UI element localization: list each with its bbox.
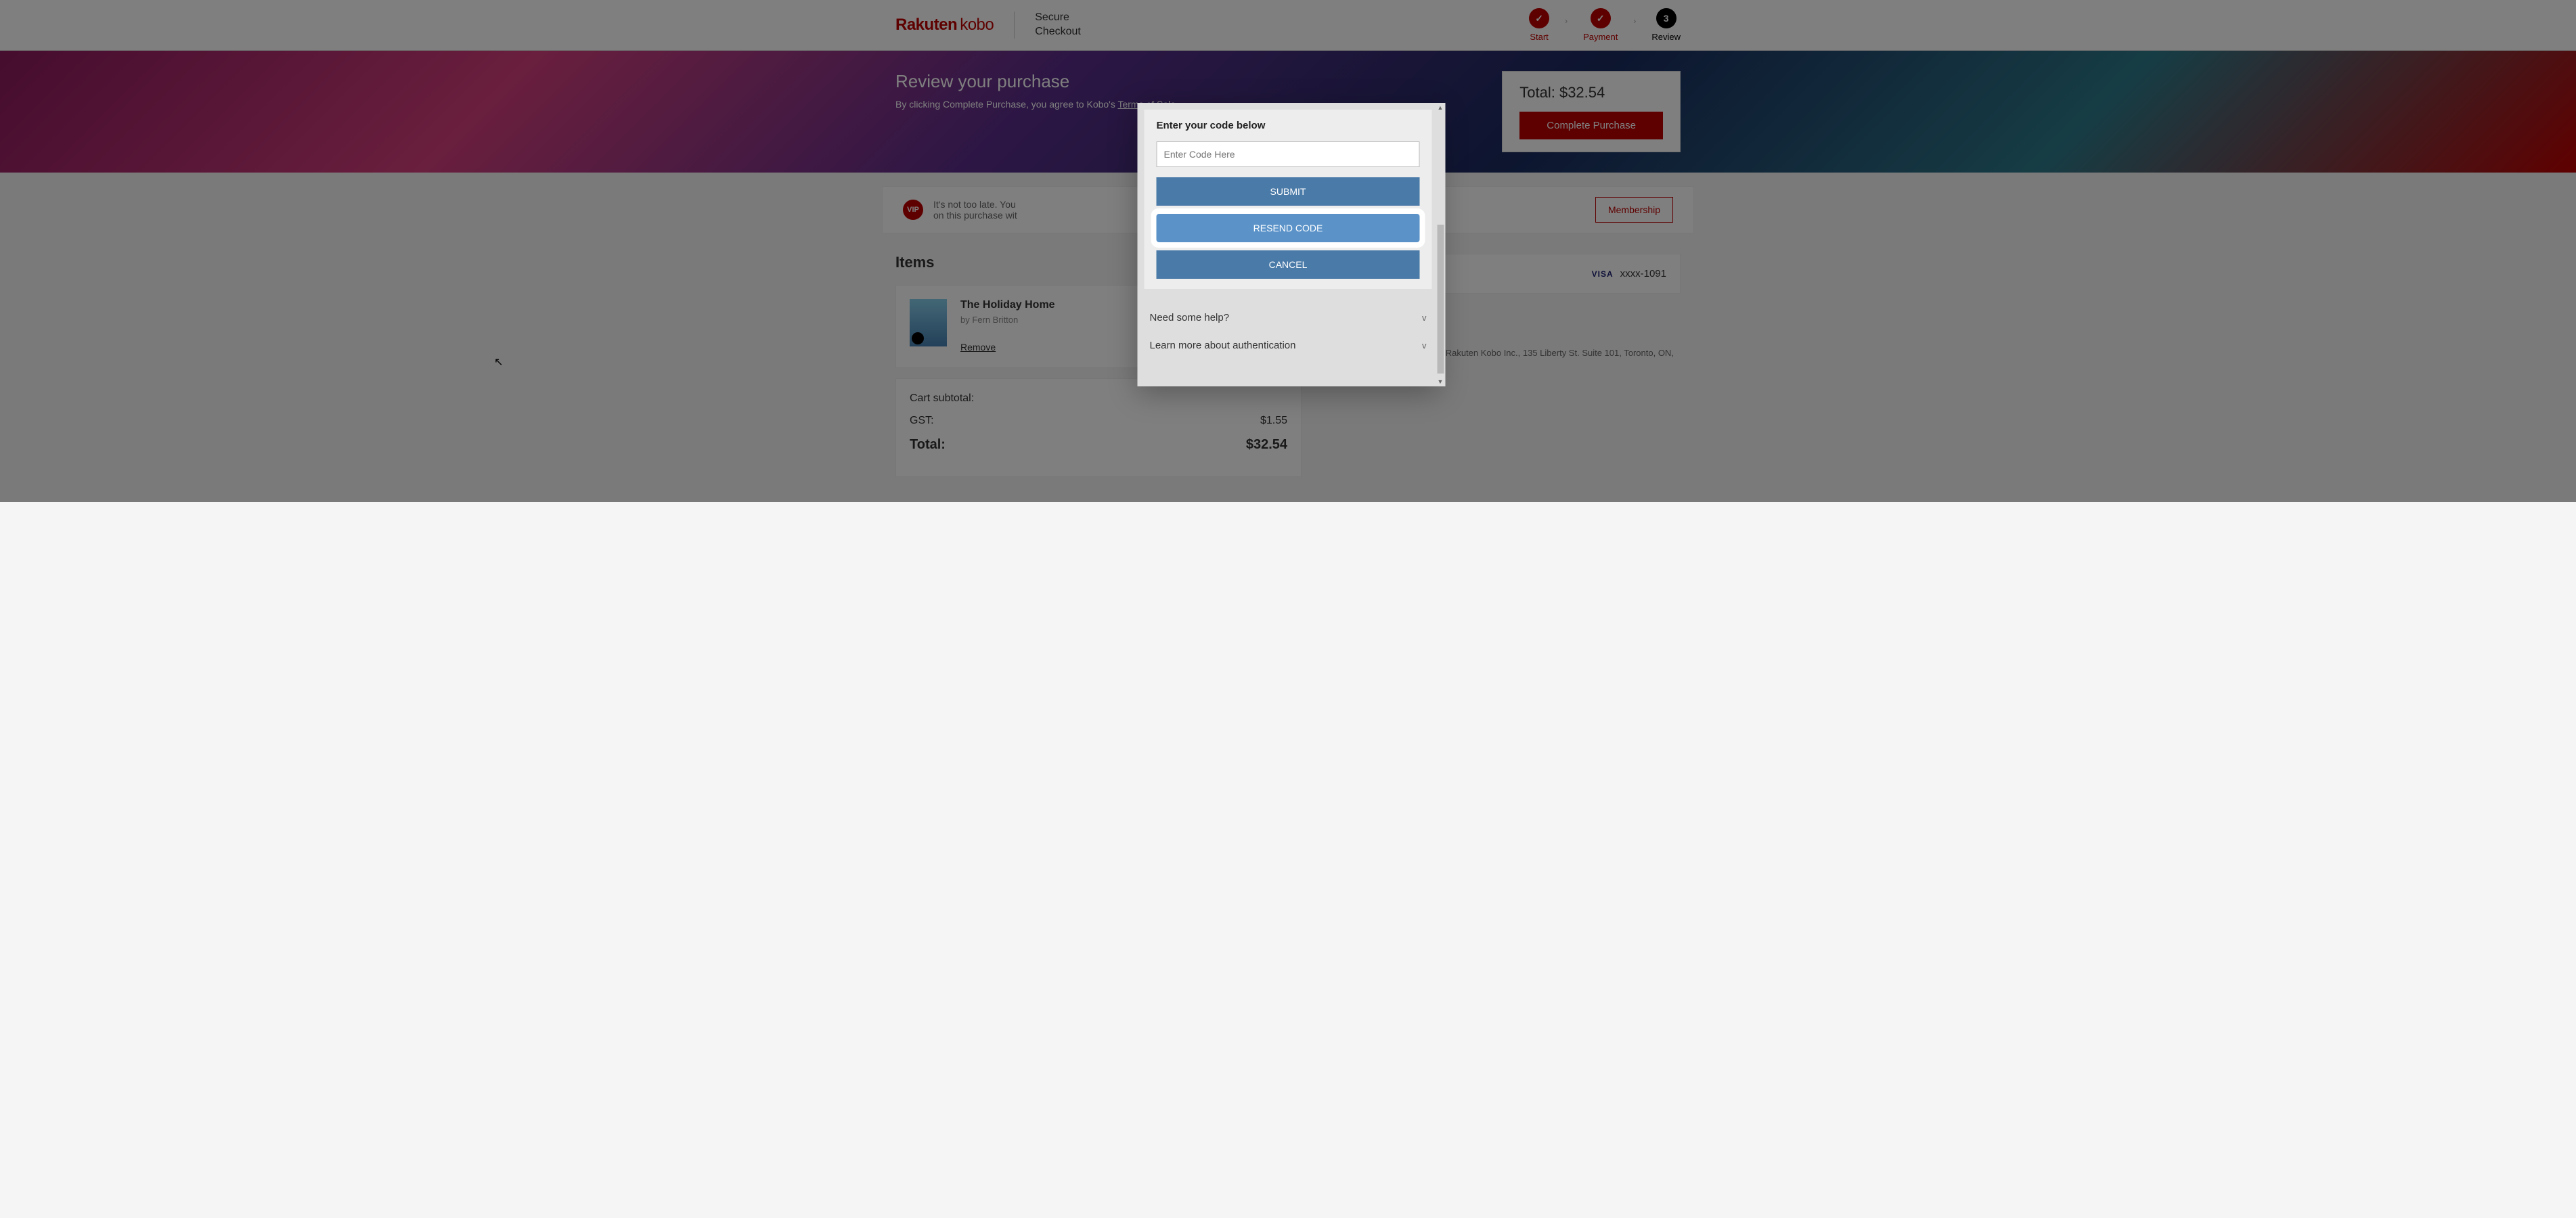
verification-modal: Enter your code below SUBMIT RESEND CODE… xyxy=(1138,103,1439,386)
modal-title: Enter your code below xyxy=(1157,120,1420,131)
learn-label: Learn more about authentication xyxy=(1150,340,1296,351)
modal-scrollbar[interactable]: ▲ ▼ xyxy=(1436,103,1446,386)
need-help-toggle[interactable]: Need some help? v xyxy=(1150,304,1427,332)
cancel-button[interactable]: CANCEL xyxy=(1157,250,1420,279)
resend-code-button[interactable]: RESEND CODE xyxy=(1157,214,1420,242)
scroll-up-icon[interactable]: ▲ xyxy=(1438,104,1444,111)
scroll-down-icon[interactable]: ▼ xyxy=(1438,378,1444,385)
submit-button[interactable]: SUBMIT xyxy=(1157,177,1420,206)
help-label: Need some help? xyxy=(1150,312,1230,323)
chevron-down-icon: v xyxy=(1422,340,1427,351)
learn-more-toggle[interactable]: Learn more about authentication v xyxy=(1150,332,1427,359)
code-input[interactable] xyxy=(1157,141,1420,167)
scroll-thumb[interactable] xyxy=(1437,225,1444,374)
chevron-down-icon: v xyxy=(1422,313,1427,323)
